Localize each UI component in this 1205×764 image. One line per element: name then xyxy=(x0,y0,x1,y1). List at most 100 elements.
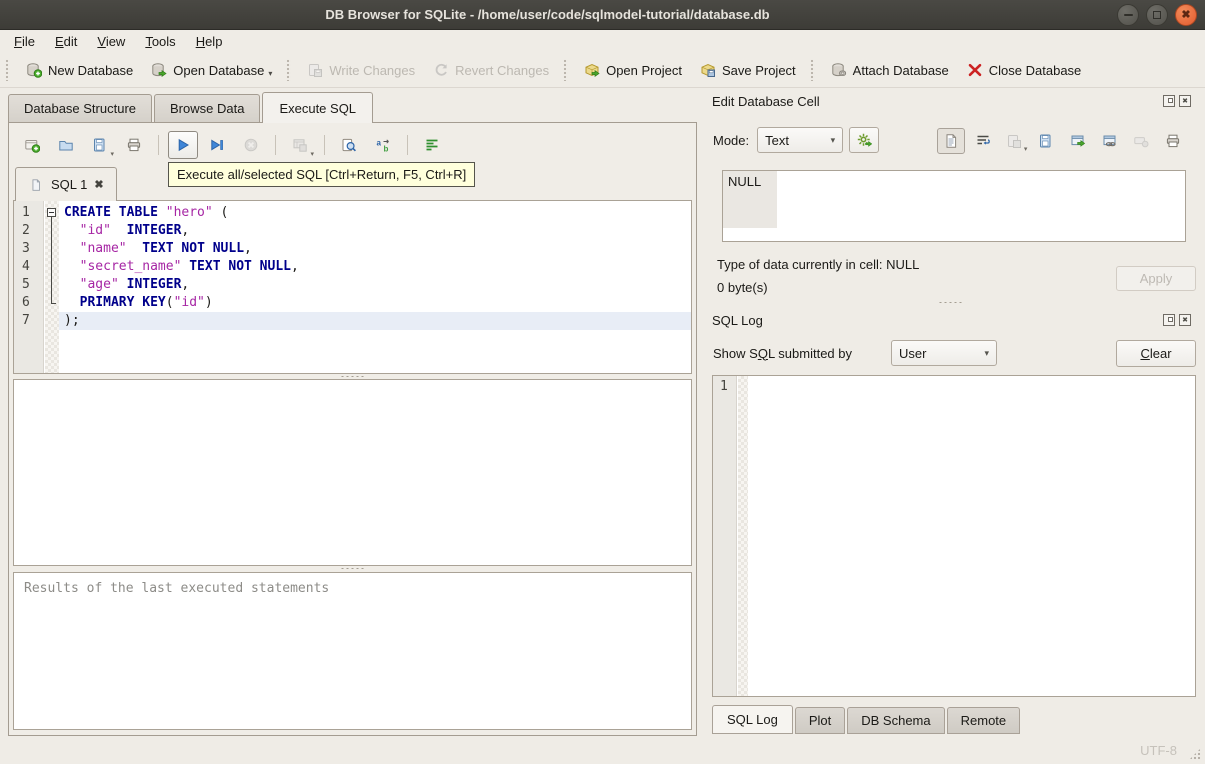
dock-tab-plot[interactable]: Plot xyxy=(794,707,846,734)
sql-file-icon xyxy=(28,177,44,193)
tab-execute-sql[interactable]: Execute SQL xyxy=(262,92,374,123)
resize-grip[interactable] xyxy=(1189,748,1201,760)
close-database-button[interactable]: Close Database xyxy=(958,58,1091,82)
exec-line-icon xyxy=(209,137,225,153)
minimize-button[interactable] xyxy=(1117,4,1139,26)
open-in-external-app-button[interactable] xyxy=(1064,128,1092,154)
clear-button[interactable]: Clear xyxy=(1116,339,1196,367)
maximize-button[interactable] xyxy=(1146,4,1168,26)
log-fold-margin xyxy=(738,376,748,696)
execute-all-button[interactable] xyxy=(168,131,198,159)
word-wrap-button[interactable] xyxy=(969,128,997,154)
mode-select[interactable]: Text ▾ xyxy=(757,127,844,153)
sql-log-controls: Show SQL submitted by User ▾ Clear xyxy=(713,338,1196,368)
attach-database-button[interactable]: Attach Database xyxy=(822,58,958,82)
code-line: 1 CREATE TABLE "hero" ( xyxy=(14,204,691,222)
code-line: 7); xyxy=(14,312,691,330)
log-filter-select[interactable]: User ▾ xyxy=(891,340,997,366)
close-tab-icon[interactable]: ✖ xyxy=(94,178,103,191)
right-dock: Edit Database Cell ✖ Mode: Text ▾ ▾ NULL xyxy=(705,88,1197,736)
code-text: PRIMARY KEY("id") xyxy=(79,295,213,310)
format-sql-button[interactable] xyxy=(417,131,447,159)
dock-tab-sql-log[interactable]: SQL Log xyxy=(712,705,793,734)
menu-help[interactable]: Help xyxy=(186,31,233,52)
cell-size-info: 0 byte(s) xyxy=(717,280,768,295)
fold-margin-cell xyxy=(45,312,59,330)
code-lines: 1 CREATE TABLE "hero" (2 "id" INTEGER, 3 "… xyxy=(14,201,691,330)
code-line: 4 "secret_name" TEXT NOT NULL, xyxy=(14,258,691,276)
print-cell-button[interactable] xyxy=(1159,128,1187,154)
collapse-icon[interactable] xyxy=(47,208,56,217)
open-database-button[interactable]: Open Database ▾ xyxy=(142,58,281,82)
mode-label: Mode: xyxy=(713,132,750,148)
sql-log-area[interactable]: 1 xyxy=(712,375,1196,697)
gear-icon xyxy=(856,132,873,148)
text-view-button[interactable] xyxy=(937,128,965,154)
sqltab-new-icon xyxy=(24,137,40,153)
float-dock-icon[interactable] xyxy=(1163,314,1175,326)
new-database-button[interactable]: New Database xyxy=(17,58,142,82)
toolbar-handle xyxy=(563,59,569,81)
toolbar-separator xyxy=(158,135,159,155)
dock-splitter-handle[interactable] xyxy=(712,300,1190,305)
close-dock-icon[interactable]: ✖ xyxy=(1179,95,1191,107)
open-sql-file-button[interactable] xyxy=(51,131,81,159)
svg-text:b: b xyxy=(384,145,389,154)
sql-print-icon xyxy=(126,137,142,153)
copy-link-button[interactable] xyxy=(1096,128,1124,154)
fold-marker xyxy=(45,222,59,240)
tab-database-structure[interactable]: Database Structure xyxy=(8,94,153,122)
sql-code-editor[interactable]: 1 CREATE TABLE "hero" (2 "id" INTEGER, 3 "… xyxy=(13,200,692,374)
splitter-handle[interactable] xyxy=(13,566,692,571)
line-number: 1 xyxy=(22,205,30,220)
auto-switch-mode-button[interactable] xyxy=(849,127,880,153)
menu-file[interactable]: File xyxy=(4,31,45,52)
sql-editor-tab[interactable]: SQL 1 ✖ xyxy=(15,167,117,201)
title-bar[interactable]: DB Browser for SQLite - /home/user/code/… xyxy=(0,0,1205,30)
line-number: 5 xyxy=(22,277,30,292)
close-window-button[interactable]: ✖ xyxy=(1175,4,1197,26)
menu-view[interactable]: View xyxy=(87,31,135,52)
close-dock-icon[interactable]: ✖ xyxy=(1179,314,1191,326)
fold-marker xyxy=(45,294,59,312)
save-results-view-button: ▾ xyxy=(285,131,315,159)
print-sql-button[interactable] xyxy=(119,131,149,159)
float-dock-icon[interactable] xyxy=(1163,95,1175,107)
toolbar-button-label: Open Project xyxy=(606,62,682,78)
edit-cell-dock-title: Edit Database Cell ✖ xyxy=(712,92,1191,110)
close-icon: ✖ xyxy=(1181,8,1191,21)
db-new-icon xyxy=(26,62,42,78)
exec-all-icon xyxy=(175,137,191,153)
db-attach-icon xyxy=(831,62,847,78)
open-project-button[interactable]: Open Project xyxy=(575,58,691,82)
new-sql-tab-button[interactable] xyxy=(17,131,47,159)
save-sql-file-button[interactable]: ▾ xyxy=(85,131,115,159)
menu-tools[interactable]: Tools xyxy=(135,31,185,52)
fold-marker xyxy=(45,276,59,294)
toolbar-separator xyxy=(324,135,325,155)
fold-marker[interactable] xyxy=(45,204,59,222)
menu-edit[interactable]: Edit xyxy=(45,31,87,52)
menu-bar: File Edit View Tools Help xyxy=(0,30,1205,53)
save-results-icon xyxy=(292,137,308,153)
export-to-file-button[interactable] xyxy=(1032,128,1060,154)
dock-tab-db-schema[interactable]: DB Schema xyxy=(847,707,945,734)
execute-current-line-button[interactable] xyxy=(202,131,232,159)
dock-tab-remote[interactable]: Remote xyxy=(946,707,1021,734)
tab-browse-data[interactable]: Browse Data xyxy=(154,94,261,122)
sql-log-dock-title: SQL Log ✖ xyxy=(712,311,1191,329)
cell-editor[interactable]: NULL xyxy=(722,170,1186,242)
cell-mode-row: Mode: Text ▾ ▾ xyxy=(713,125,1191,155)
import-from-file-button: ▾ xyxy=(1000,128,1028,154)
sql-open-icon xyxy=(58,137,74,153)
cell-toolbar: ▾ xyxy=(937,127,1187,155)
find-replace-button[interactable]: ab xyxy=(368,131,398,159)
chevron-down-icon: ▾ xyxy=(1023,146,1028,153)
sql-toolbar: ▾ ▾ a b xyxy=(17,129,447,161)
replace-icon: ab xyxy=(375,137,391,153)
log-filter-value: User xyxy=(899,345,927,361)
results-table-pane xyxy=(13,379,692,566)
log-line-number: 1 xyxy=(720,379,728,394)
save-project-button[interactable]: Save Project xyxy=(691,58,805,82)
find-in-sql-button[interactable] xyxy=(334,131,364,159)
